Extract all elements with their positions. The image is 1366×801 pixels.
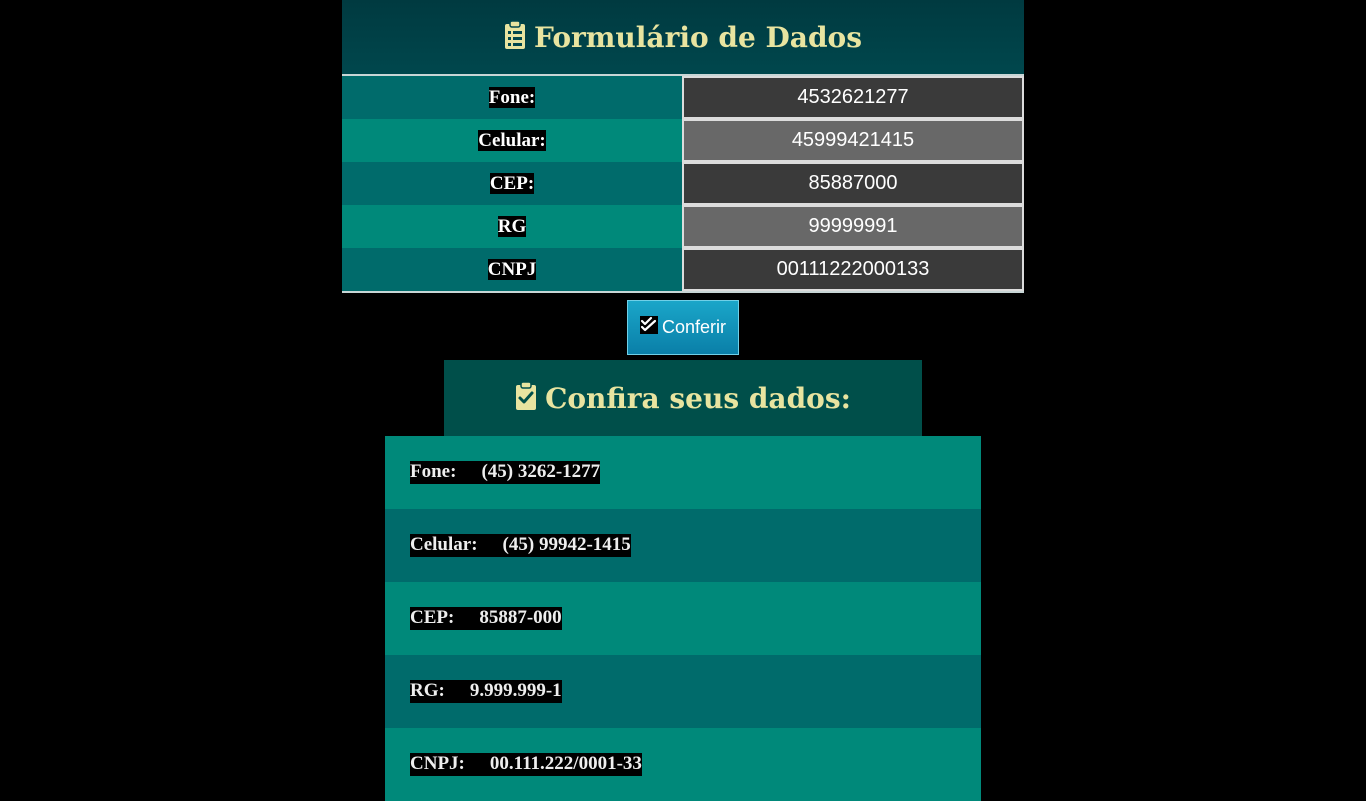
- result-fone-value: (45) 3262-1277: [481, 461, 601, 483]
- form-row-cep: CEP:: [342, 162, 1024, 205]
- clipboard-list-icon: [504, 19, 526, 55]
- result-cep-label: CEP:: [410, 607, 455, 629]
- cnpj-input[interactable]: [682, 248, 1024, 291]
- cep-input[interactable]: [682, 162, 1024, 205]
- form-header: Formulário de Dados: [342, 0, 1024, 76]
- celular-input[interactable]: [682, 119, 1024, 162]
- form-table: Fone: Celular: CEP: RG CNPJ: [342, 76, 1024, 291]
- cnpj-label: CNPJ: [487, 258, 537, 280]
- result-row-celular: Celular: (45) 99942-1415: [385, 509, 981, 582]
- result-celular-label: Celular:: [410, 534, 478, 556]
- result-fone-label: Fone:: [410, 461, 457, 483]
- clipboard-check-icon: [515, 380, 537, 416]
- data-form: Formulário de Dados Fone: Celular: CEP: …: [342, 0, 1024, 293]
- result-cep-value: 85887-000: [479, 607, 562, 629]
- rg-input[interactable]: [682, 205, 1024, 248]
- rg-label: RG: [497, 215, 527, 237]
- result-row-cep: CEP: 85887-000: [385, 582, 981, 655]
- button-container: Conferir: [627, 300, 739, 355]
- result-row-cnpj: CNPJ: 00.111.222/0001-33: [385, 728, 981, 801]
- result-rg-value: 9.999.999-1: [469, 680, 562, 702]
- form-row-fone: Fone:: [342, 76, 1024, 119]
- form-title: Formulário de Dados: [534, 20, 862, 54]
- result-title: Confira seus dados:: [545, 381, 851, 415]
- form-row-rg: RG: [342, 205, 1024, 248]
- conferir-label: Conferir: [661, 317, 727, 337]
- conferir-button[interactable]: Conferir: [627, 300, 739, 355]
- result-celular-value: (45) 99942-1415: [502, 534, 631, 556]
- fone-label: Fone:: [488, 86, 536, 108]
- form-divider: [342, 291, 1024, 293]
- result-row-fone: Fone: (45) 3262-1277: [385, 436, 981, 509]
- fone-input[interactable]: [682, 76, 1024, 119]
- result-row-rg: RG: 9.999.999-1: [385, 655, 981, 728]
- result-header: Confira seus dados:: [444, 360, 922, 436]
- check-double-icon: [639, 316, 658, 339]
- celular-label: Celular:: [478, 129, 546, 151]
- result-cnpj-label: CNPJ:: [410, 753, 465, 775]
- result-list: Fone: (45) 3262-1277 Celular: (45) 99942-1…: [385, 436, 981, 801]
- form-row-cnpj: CNPJ: [342, 248, 1024, 291]
- form-row-celular: Celular:: [342, 119, 1024, 162]
- result-rg-label: RG:: [410, 680, 445, 702]
- cep-label: CEP:: [489, 172, 535, 194]
- result-cnpj-value: 00.111.222/0001-33: [489, 753, 642, 775]
